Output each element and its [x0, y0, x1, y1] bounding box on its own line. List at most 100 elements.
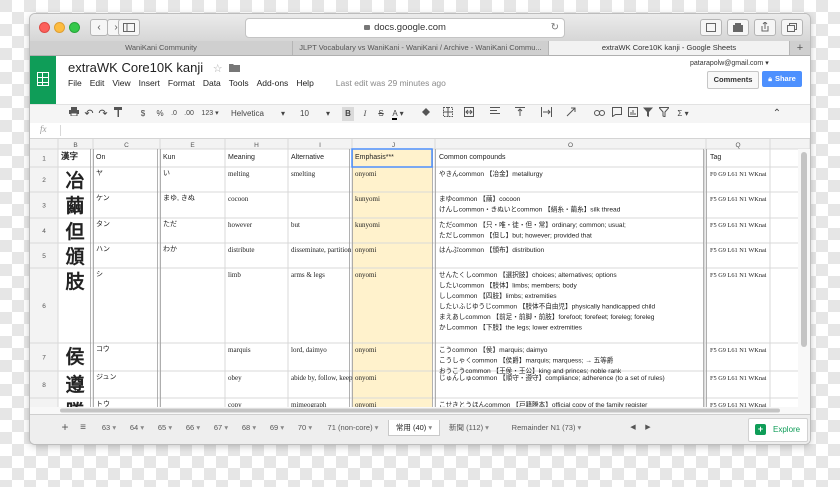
downloads-button[interactable]: [700, 19, 722, 36]
last-edit-link[interactable]: Last edit was 29 minutes ago: [336, 78, 446, 88]
menu-insert[interactable]: Insert: [139, 78, 160, 88]
menu-addons[interactable]: Add-ons: [257, 78, 289, 88]
explore-button[interactable]: + Explore: [748, 418, 808, 442]
sheet-tab[interactable]: 70 ▾: [292, 420, 318, 435]
merge-cells-icon[interactable]: [462, 107, 476, 121]
minimize-window-button[interactable]: [54, 22, 65, 33]
sheet-tab[interactable]: 63 ▾: [96, 420, 122, 435]
sidebar-toggle-button[interactable]: [118, 19, 140, 36]
share-page-button[interactable]: [754, 19, 776, 36]
browser-tab-extrawk-sheet[interactable]: extraWK Core10K kanji - Google Sheets: [549, 41, 790, 55]
caret-down-icon[interactable]: ▾: [250, 423, 256, 432]
print-icon[interactable]: [68, 107, 80, 121]
vertical-scrollbar-thumb[interactable]: [801, 152, 807, 347]
compound-line: ししcommon 【四肢】limbs; extremities: [439, 291, 557, 300]
font-family-value: Helvetica: [231, 109, 264, 118]
star-icon[interactable]: ☆: [213, 63, 223, 75]
compound-line: かしcommon 【下肢】the legs; lower extremities: [439, 323, 583, 332]
text-color-button[interactable]: A ▾: [390, 107, 406, 121]
filter-icon[interactable]: [642, 107, 654, 121]
folder-icon[interactable]: [229, 63, 241, 72]
redo-icon[interactable]: ↷: [97, 107, 109, 121]
caret-down-icon[interactable]: ▾: [138, 423, 144, 432]
close-window-button[interactable]: [39, 22, 50, 33]
browser-tab-wanikani-community[interactable]: WaniKani Community: [30, 41, 293, 55]
undo-icon[interactable]: ↶: [83, 107, 95, 121]
strikethrough-button[interactable]: S: [375, 107, 387, 121]
caret-down-icon[interactable]: ▾: [222, 423, 228, 432]
more-formats-button[interactable]: 123 ▾: [200, 107, 220, 121]
italic-button[interactable]: I: [359, 107, 371, 121]
caret-down-icon[interactable]: ▾: [278, 423, 284, 432]
caret-down-icon[interactable]: ▾: [194, 423, 200, 432]
scroll-tabs-left-icon[interactable]: ◀: [627, 420, 639, 435]
insert-link-icon[interactable]: [592, 107, 606, 121]
comments-button[interactable]: Comments: [707, 71, 759, 89]
menu-file[interactable]: File: [68, 78, 82, 88]
sheet-tab[interactable]: Remainder N1 (73) ▾: [500, 420, 593, 435]
sheet-tab[interactable]: 69 ▾: [264, 420, 290, 435]
decrease-decimal-button[interactable]: .0: [169, 107, 179, 121]
filter-views-icon[interactable]: [657, 107, 671, 121]
caret-down-icon[interactable]: ▾: [110, 423, 116, 432]
menu-help[interactable]: Help: [296, 78, 313, 88]
add-sheet-button[interactable]: +: [58, 420, 72, 435]
sheet-tab[interactable]: 常用 (40) ▾: [388, 420, 440, 436]
font-size-select[interactable]: 10 ▾: [300, 107, 332, 121]
caret-down-icon[interactable]: ▾: [575, 423, 582, 432]
back-button[interactable]: ‹: [90, 19, 108, 36]
horizontal-align-icon[interactable]: [488, 107, 502, 121]
address-bar[interactable]: docs.google.com ↻: [245, 18, 565, 38]
fill-color-icon[interactable]: [418, 107, 434, 121]
insert-chart-icon[interactable]: [627, 107, 639, 121]
tabs-overview-button[interactable]: [781, 19, 803, 36]
collapse-toolbar-icon[interactable]: ⌃: [770, 107, 784, 121]
vertical-align-icon[interactable]: [513, 107, 527, 121]
percent-format-button[interactable]: %: [155, 107, 165, 121]
text-wrapping-icon[interactable]: [538, 107, 554, 121]
on-reading-cell: ハン: [96, 246, 110, 253]
extension-button[interactable]: [727, 19, 749, 36]
paint-format-icon[interactable]: [112, 107, 124, 121]
font-family-select[interactable]: Helvetica ▾: [231, 107, 287, 121]
formula-input[interactable]: [64, 123, 804, 138]
caret-down-icon[interactable]: ▾: [483, 423, 489, 432]
sheet-tab[interactable]: 67 ▾: [208, 420, 234, 435]
sheet-tab[interactable]: 新聞 (112) ▾: [440, 420, 498, 435]
caret-down-icon[interactable]: ▾: [373, 423, 379, 432]
menu-format[interactable]: Format: [168, 78, 195, 88]
share-button[interactable]: 🔒︎ Share: [762, 71, 802, 87]
sheet-tab[interactable]: 71 (non-core) ▾: [320, 420, 386, 435]
all-sheets-button[interactable]: ≡: [76, 420, 90, 435]
sheet-tab[interactable]: 68 ▾: [236, 420, 262, 435]
caret-down-icon[interactable]: ▾: [306, 423, 312, 432]
menu-edit[interactable]: Edit: [90, 78, 105, 88]
formula-bar: fx: [30, 123, 810, 139]
browser-tab-jlpt-vocabulary[interactable]: JLPT Vocabulary vs WaniKani - WaniKani /…: [293, 41, 549, 55]
sheet-tab[interactable]: 64 ▾: [124, 420, 150, 435]
increase-decimal-button[interactable]: .00: [182, 107, 196, 121]
account-email[interactable]: patarapolw@gmail.com ▾: [690, 59, 769, 67]
bold-button[interactable]: B: [342, 107, 354, 121]
caret-down-icon[interactable]: ▾: [426, 423, 432, 432]
functions-button[interactable]: Σ ▾: [674, 107, 692, 121]
currency-format-button[interactable]: $: [138, 107, 148, 121]
horizontal-scrollbar-thumb[interactable]: [60, 408, 780, 413]
reload-icon[interactable]: ↻: [551, 19, 559, 37]
document-title[interactable]: extraWK Core10K kanji ☆: [68, 60, 241, 75]
menu-tools[interactable]: Tools: [229, 78, 249, 88]
menu-view[interactable]: View: [112, 78, 130, 88]
insert-comment-icon[interactable]: [611, 107, 623, 121]
sheets-logo[interactable]: [30, 56, 56, 104]
text-rotation-icon[interactable]: [563, 107, 579, 121]
scroll-tabs-right-icon[interactable]: ▶: [642, 420, 654, 435]
menu-data[interactable]: Data: [203, 78, 221, 88]
text-color-label: A: [392, 109, 398, 120]
sheet-tab[interactable]: 65 ▾: [152, 420, 178, 435]
caret-down-icon[interactable]: ▾: [166, 423, 172, 432]
plus-icon: +: [796, 42, 804, 54]
zoom-window-button[interactable]: [69, 22, 80, 33]
sheet-tab[interactable]: 66 ▾: [180, 420, 206, 435]
new-tab-button[interactable]: +: [790, 41, 810, 55]
borders-icon[interactable]: [440, 107, 456, 121]
